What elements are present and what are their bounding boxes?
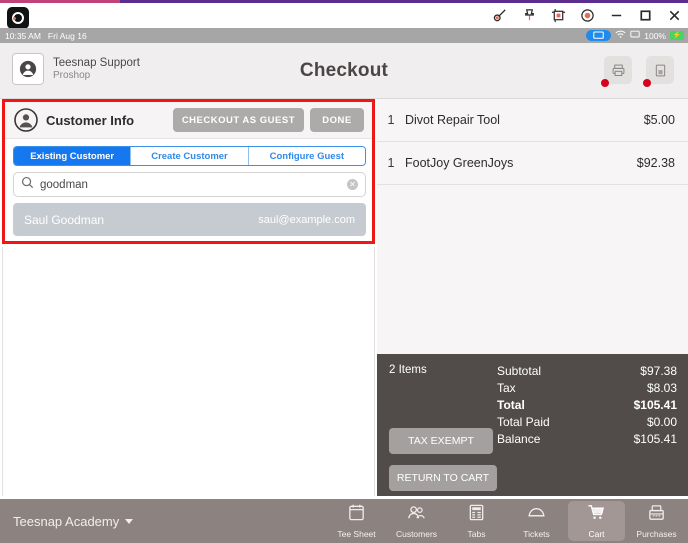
print-receipt-button[interactable] [601,56,632,87]
print-badge-dot [601,79,609,87]
nav-item-purchases[interactable]: Purchases [628,501,685,541]
tab-configure-guest[interactable]: Configure Guest [248,147,365,165]
summary-label-total-paid: Total Paid [497,415,550,429]
battery-percent: 100% [644,30,666,41]
cart-item-name: Divot Repair Tool [405,113,500,127]
left-column: Customer Info CHECKOUT AS GUEST DONE Exi… [0,99,377,543]
customer-empty-area [2,247,375,515]
summary-value-balance: $105.41 [633,432,677,446]
cart-item-price: $5.00 [643,113,675,127]
window-accent-stripe [0,0,120,3]
customer-info-title: Customer Info [46,112,135,128]
battery-icon: ⚡ [670,31,684,40]
close-icon[interactable] [666,6,682,24]
customer-mode-tabs: Existing Customer Create Customer Config… [13,146,366,166]
maximize-icon[interactable] [637,6,653,24]
summary-label-tax: Tax [497,381,516,395]
purchases-icon [647,503,666,527]
bottom-nav-bar: Teesnap Academy Tee Sheet Customers Tabs… [0,499,688,543]
crop-icon[interactable] [550,6,566,24]
nav-label-tickets: Tickets [523,529,550,539]
nav-item-tee-sheet[interactable]: Tee Sheet [328,501,385,541]
search-icon [21,176,34,194]
page-title: Checkout [299,60,389,81]
status-right-group: 100% ⚡ [586,30,684,41]
tee-sheet-icon [347,503,366,527]
summary-label-subtotal: Subtotal [497,364,542,378]
cart-column: 1 Divot Repair Tool $5.00 1 FootJoy Gree… [377,99,688,496]
done-button[interactable]: DONE [310,108,364,132]
checkout-as-guest-button[interactable]: CHECKOUT AS GUEST [172,108,304,132]
wifi-icon[interactable] [615,30,626,41]
chevron-down-icon [125,518,134,524]
customer-info-panel: Customer Info CHECKOUT AS GUEST DONE Exi… [2,99,375,244]
cart-item-row[interactable]: 1 Divot Repair Tool $5.00 [377,99,688,142]
window-title-bar [0,0,688,29]
pin-icon[interactable] [521,6,537,24]
customer-icon [14,108,38,132]
summary-value-subtotal: $97.38 [640,364,677,378]
status-time: 10:35 AM [5,30,41,41]
return-to-cart-button[interactable]: RETURN TO CART [389,465,497,491]
cart-icon [587,503,606,527]
summary-label-total: Total [497,398,525,412]
cart-item-price: $92.38 [636,156,675,170]
clear-search-icon[interactable]: ✕ [347,179,358,190]
card-reader-button[interactable] [643,56,674,87]
record-icon[interactable] [579,6,595,24]
cart-item-qty: 1 [387,156,395,170]
nav-label-tabs: Tabs [467,529,486,539]
customer-search-input[interactable] [40,178,347,191]
summary-row-balance: Balance $105.41 [497,431,677,448]
tab-create-customer[interactable]: Create Customer [131,147,249,165]
nav-item-tickets[interactable]: Tickets [508,501,565,541]
customer-result-name: Saul Goodman [24,212,105,227]
app-logo [7,7,29,29]
screen-icon [630,30,640,41]
summary-row-subtotal: Subtotal $97.38 [497,363,677,380]
summary-row-tax: Tax $8.03 [497,380,677,397]
cart-item-name: FootJoy GreenJoys [405,156,514,170]
cart-summary-rows: Subtotal $97.38 Tax $8.03 Total $105.41 … [497,363,677,448]
card-reader-badge-dot [643,79,651,87]
cart-item-count: 2 Items [389,364,427,376]
app-root: 10:35 AM Fri Aug 16 100% ⚡ Teesnap Suppo… [0,0,688,543]
summary-value-tax: $8.03 [646,381,677,395]
nav-label-cart: Cart [588,529,605,539]
summary-row-total: Total $105.41 [497,397,677,414]
minimize-icon[interactable] [608,6,624,24]
app-header: Teesnap Support Proshop Checkout [0,43,688,99]
summary-row-total-paid: Total Paid $0.00 [497,414,677,431]
tax-exempt-button[interactable]: TAX EXEMPT [389,428,493,454]
nav-item-customers[interactable]: Customers [388,501,445,541]
summary-value-total-paid: $0.00 [646,415,677,429]
header-actions [601,56,674,87]
nav-label-tee-sheet: Tee Sheet [337,529,376,539]
account-switcher[interactable]: Teesnap Academy [13,513,134,529]
account-label: Teesnap Academy [13,513,120,529]
window-tool-buttons [492,6,682,24]
tab-existing-customer[interactable]: Existing Customer [14,147,132,165]
cart-item-qty: 1 [387,113,395,127]
tickets-icon [527,503,546,527]
customer-result-email: saul@example.com [258,213,355,226]
customer-result-row[interactable]: Saul Goodman saul@example.com [13,203,366,236]
cart-item-row[interactable]: 1 FootJoy GreenJoys $92.38 [377,142,688,185]
cart-summary: 2 Items Subtotal $97.38 Tax $8.03 Total … [377,354,688,496]
bottom-nav-items: Tee Sheet Customers Tabs Tickets Cart Pu… [328,499,688,543]
customers-icon [407,503,426,527]
customer-info-header: Customer Info CHECKOUT AS GUEST DONE [5,102,372,139]
nav-label-purchases: Purchases [636,529,677,539]
nav-item-cart[interactable]: Cart [568,501,625,541]
draw-icon[interactable] [492,6,508,24]
summary-value-total: $105.41 [633,398,677,412]
display-icon[interactable] [586,30,612,41]
tabs-icon [467,503,486,527]
status-date: Fri Aug 16 [47,30,87,41]
summary-label-balance: Balance [497,432,541,446]
nav-label-customers: Customers [395,529,438,539]
customer-search-box: ✕ [13,172,366,197]
nav-item-tabs[interactable]: Tabs [448,501,505,541]
os-status-bar: 10:35 AM Fri Aug 16 100% ⚡ [0,28,688,43]
